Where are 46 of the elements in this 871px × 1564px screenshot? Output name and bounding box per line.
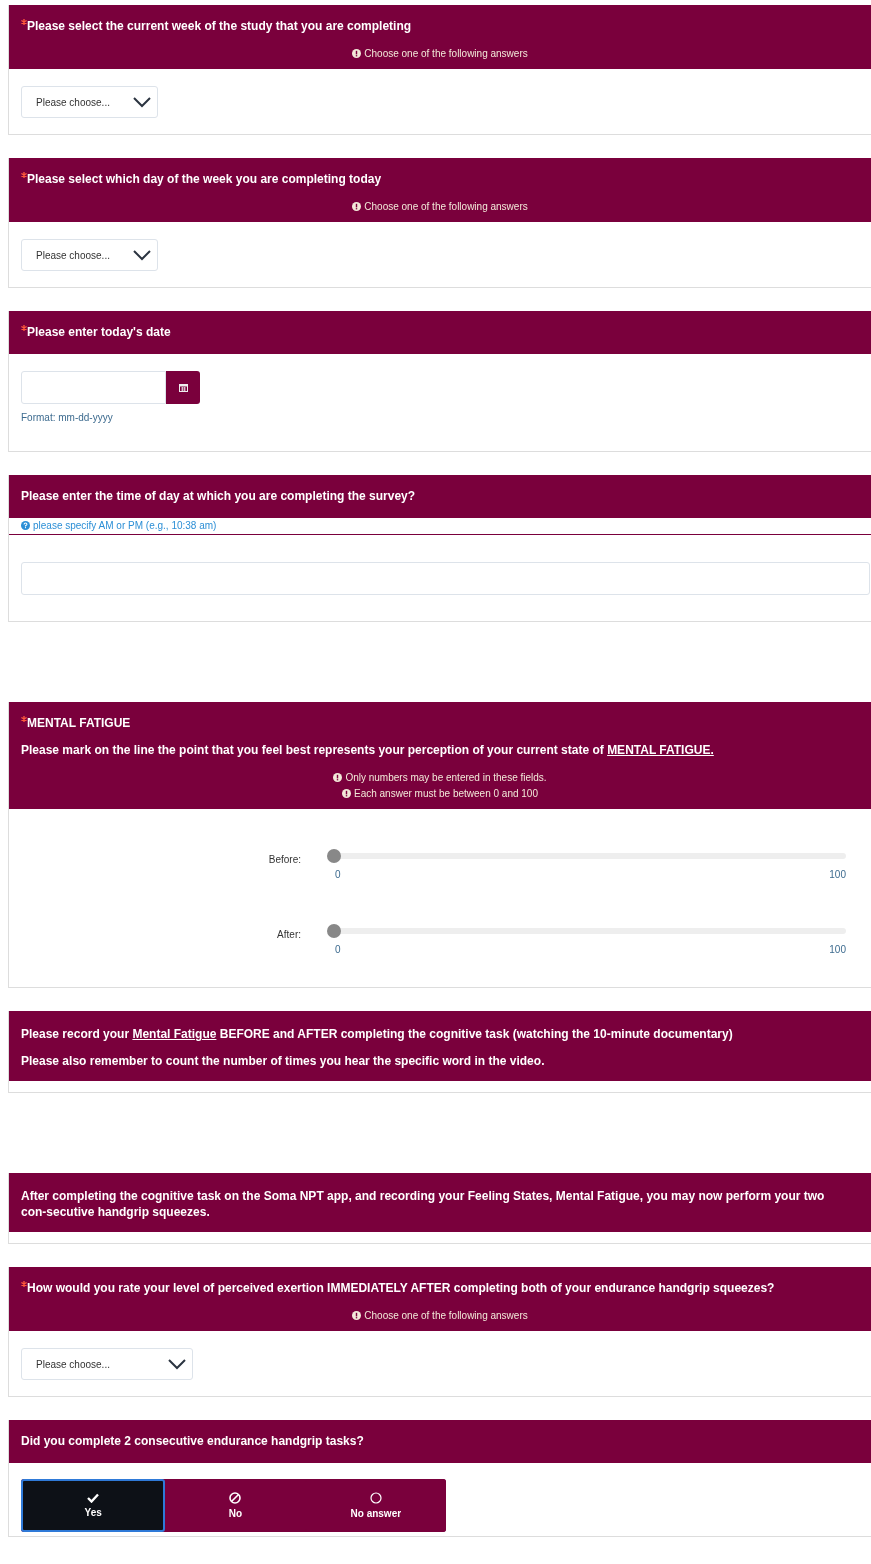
- prohibited-icon: [229, 1492, 242, 1504]
- dropdown[interactable]: Please choose...: [21, 86, 158, 118]
- scale-label: 100: [829, 944, 846, 955]
- dropdown[interactable]: Please choose...: [21, 239, 158, 271]
- question-title: How would you rate your level of perceived exertion IMMEDIATELY AFTER completing both of your endurance handgrip squeezes?: [27, 1280, 775, 1296]
- question-title: Please enter the time of day at which you are completing the survey?: [21, 488, 416, 504]
- question-title: Please enter today's date: [27, 324, 171, 340]
- question-text: Please mark on the line the point that you feel best represents your perception of your current state of MENTAL FATIGUE.: [21, 742, 715, 758]
- dropdown[interactable]: Please choose...: [21, 1348, 193, 1380]
- chevron-down-icon: [168, 1358, 186, 1370]
- calendar-button[interactable]: [166, 371, 200, 404]
- question-title: Please select which day of the week you are completing today: [27, 171, 382, 187]
- slider-label: After:: [276, 928, 301, 940]
- calendar-icon: [178, 383, 188, 392]
- slider-thumb[interactable]: [327, 849, 341, 863]
- question-text: After completing the cognitive task on the Soma NPT app, and recording your Feeling States, Mental Fatigue, you may now perform your two con-secutive handgrip squeezes.: [21, 1188, 826, 1220]
- format-hint: Format: mm-dd-yyyy: [21, 412, 113, 423]
- answer-button[interactable]: Yes: [21, 1479, 166, 1532]
- exclamation-icon: [352, 1311, 362, 1320]
- exclamation-icon: [352, 49, 362, 58]
- checkmark-icon: [87, 1493, 100, 1503]
- chevron-down-icon: [133, 96, 151, 108]
- question-title: MENTAL FATIGUE: [27, 715, 131, 731]
- scale-label: 0: [335, 944, 341, 955]
- circle-icon: [369, 1492, 382, 1504]
- question-title: Did you complete 2 consecutive endurance handgrip tasks?: [21, 1433, 364, 1449]
- help-icon: [21, 521, 30, 530]
- hint-text: Choose one of the following answers: [364, 1310, 528, 1321]
- hint-text: Only numbers may be entered in these fields.: [345, 772, 547, 783]
- help-text: please specify AM or PM (e.g., 10:38 am): [33, 520, 217, 531]
- scale-label: 100: [829, 869, 846, 880]
- slider-thumb[interactable]: [327, 924, 341, 938]
- question-text: Please also remember to count the number of times you hear the specific word in the video.: [21, 1053, 546, 1069]
- exclamation-icon: [352, 202, 362, 211]
- text-input[interactable]: [21, 562, 870, 595]
- hint-text: Each answer must be between 0 and 100: [354, 788, 538, 799]
- question-title: Please select the current week of the study that you are completing: [27, 18, 412, 34]
- chevron-down-icon: [133, 249, 151, 261]
- hint-text: Choose one of the following answers: [364, 201, 528, 212]
- exclamation-icon: [342, 789, 351, 798]
- hint-text: Choose one of the following answers: [364, 48, 528, 59]
- slider-label: Before:: [267, 853, 301, 865]
- exclamation-icon: [333, 773, 343, 782]
- date-input[interactable]: [21, 371, 166, 404]
- scale-label: 0: [335, 869, 341, 880]
- question-text: Please record your Mental Fatigue BEFORE and AFTER completing the cognitive task (watching the 10-minute documentary): [21, 1026, 734, 1042]
